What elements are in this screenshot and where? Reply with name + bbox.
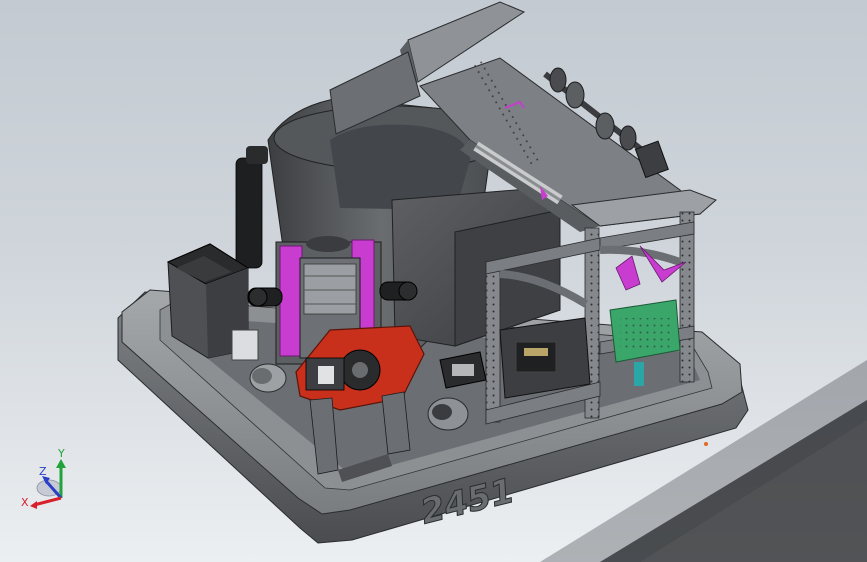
cad-viewport[interactable]: 2451 X Y Z xyxy=(0,0,867,562)
battery-cylinders xyxy=(235,146,268,269)
view-orientation-triad[interactable]: X Y Z xyxy=(18,448,78,514)
z-axis-label: Z xyxy=(39,465,47,478)
robot-model-render[interactable]: 2451 xyxy=(0,0,867,562)
origin-marker xyxy=(704,442,708,446)
y-axis-label: Y xyxy=(58,447,65,460)
x-axis-label: X xyxy=(21,496,29,509)
x-axis-icon xyxy=(33,496,62,507)
